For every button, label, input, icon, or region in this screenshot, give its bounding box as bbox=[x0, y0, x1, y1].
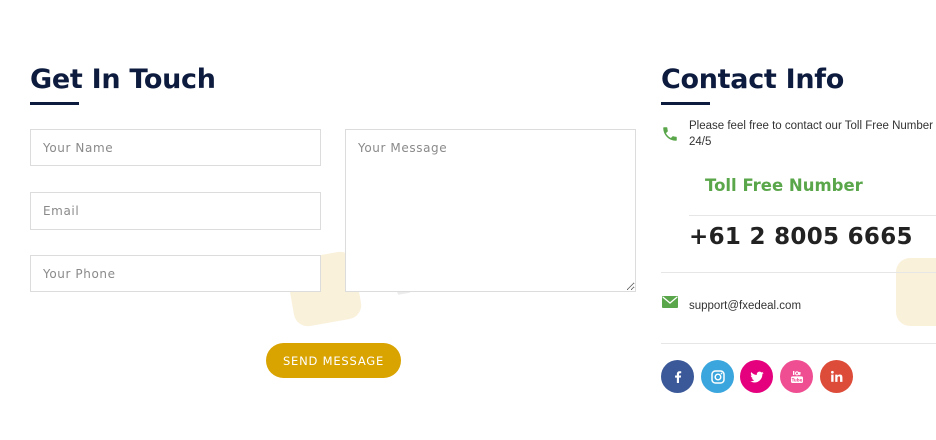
heading-underline bbox=[30, 102, 79, 105]
support-email[interactable]: support@fxedeal.com bbox=[689, 298, 801, 314]
phone-input[interactable] bbox=[30, 255, 321, 292]
watermark-logo bbox=[896, 258, 936, 326]
instagram-icon[interactable] bbox=[701, 360, 734, 393]
message-textarea[interactable] bbox=[345, 129, 636, 292]
twitter-icon[interactable] bbox=[740, 360, 773, 393]
toll-free-title: Toll Free Number bbox=[705, 176, 863, 195]
envelope-icon bbox=[662, 295, 678, 313]
toll-free-number[interactable]: +61 2 8005 6665 bbox=[689, 224, 913, 250]
phone-icon bbox=[661, 125, 679, 148]
divider bbox=[661, 343, 936, 344]
contact-info-heading: Contact Info bbox=[661, 64, 844, 95]
get-in-touch-heading: Get In Touch bbox=[30, 64, 216, 95]
send-message-button[interactable]: SEND MESSAGE bbox=[266, 343, 401, 378]
youtube-icon[interactable]: Tube bbox=[780, 360, 813, 393]
name-input[interactable] bbox=[30, 129, 321, 166]
linkedin-icon[interactable] bbox=[820, 360, 853, 393]
facebook-icon[interactable] bbox=[661, 360, 694, 393]
contact-intro-text: Please feel free to contact our Toll Fre… bbox=[689, 120, 933, 148]
email-input[interactable] bbox=[30, 192, 321, 230]
divider bbox=[689, 215, 936, 216]
divider bbox=[661, 272, 936, 273]
svg-text:Tube: Tube bbox=[791, 377, 802, 382]
heading-underline bbox=[661, 102, 710, 105]
